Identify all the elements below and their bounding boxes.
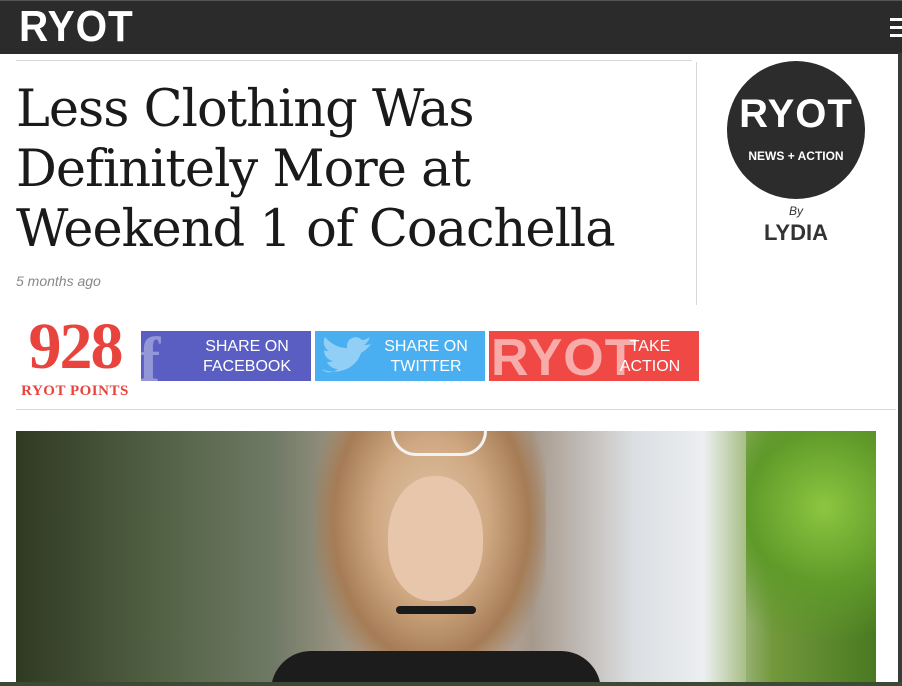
top-navigation-bar: RYOT	[0, 0, 902, 54]
avatar-tagline: NEWS + ACTION	[748, 149, 844, 163]
divider	[16, 60, 692, 61]
menu-bar-line	[890, 34, 902, 37]
author-name[interactable]: LYDIA	[727, 220, 865, 246]
ryot-logo[interactable]: RYOT	[19, 4, 134, 50]
take-action-line2: ACTION	[619, 358, 681, 375]
menu-bar-line	[890, 18, 902, 21]
divider	[16, 409, 896, 410]
take-action-button[interactable]: RYOT TAKE ACTION	[489, 331, 699, 381]
clothing-area	[271, 651, 601, 686]
face-area	[388, 476, 483, 601]
scrollbar-edge	[898, 53, 902, 686]
foliage-area	[746, 431, 876, 686]
sunglasses-area	[391, 431, 487, 456]
article-timestamp: 5 months ago	[16, 273, 101, 289]
take-action-label: TAKE ACTION	[601, 337, 699, 377]
facebook-icon: f	[141, 331, 161, 381]
take-action-line1: TAKE	[629, 338, 671, 355]
share-twitter-button[interactable]: SHARE ON TWITTER	[315, 331, 485, 381]
article-title: Less Clothing Was Definitely More at Wee…	[16, 80, 616, 259]
bottom-edge	[0, 682, 902, 686]
byline-label: By	[788, 204, 803, 218]
hamburger-menu-icon[interactable]	[890, 18, 902, 38]
share-facebook-button[interactable]: f SHARE ON FACEBOOK	[141, 331, 311, 381]
share-twitter-label: SHARE ON TWITTER	[367, 337, 485, 377]
ryot-points: 928 RYOT POINTS	[16, 310, 134, 399]
share-facebook-line1: SHARE ON	[205, 338, 289, 355]
share-twitter-line1: SHARE ON	[384, 338, 468, 355]
article-hero-image[interactable]	[16, 431, 876, 686]
author-avatar[interactable]: RYOT NEWS + ACTION	[727, 61, 865, 199]
share-facebook-line2: FACEBOOK	[202, 358, 292, 375]
points-label: RYOT POINTS	[21, 383, 129, 399]
avatar-logo-text: RYOT	[739, 92, 853, 136]
share-facebook-label: SHARE ON FACEBOOK	[183, 337, 311, 377]
choker-area	[396, 606, 476, 614]
points-value: 928	[28, 310, 124, 383]
menu-bar-line	[890, 26, 902, 29]
vertical-divider	[696, 62, 697, 305]
share-twitter-line2: TWITTER	[390, 358, 462, 375]
